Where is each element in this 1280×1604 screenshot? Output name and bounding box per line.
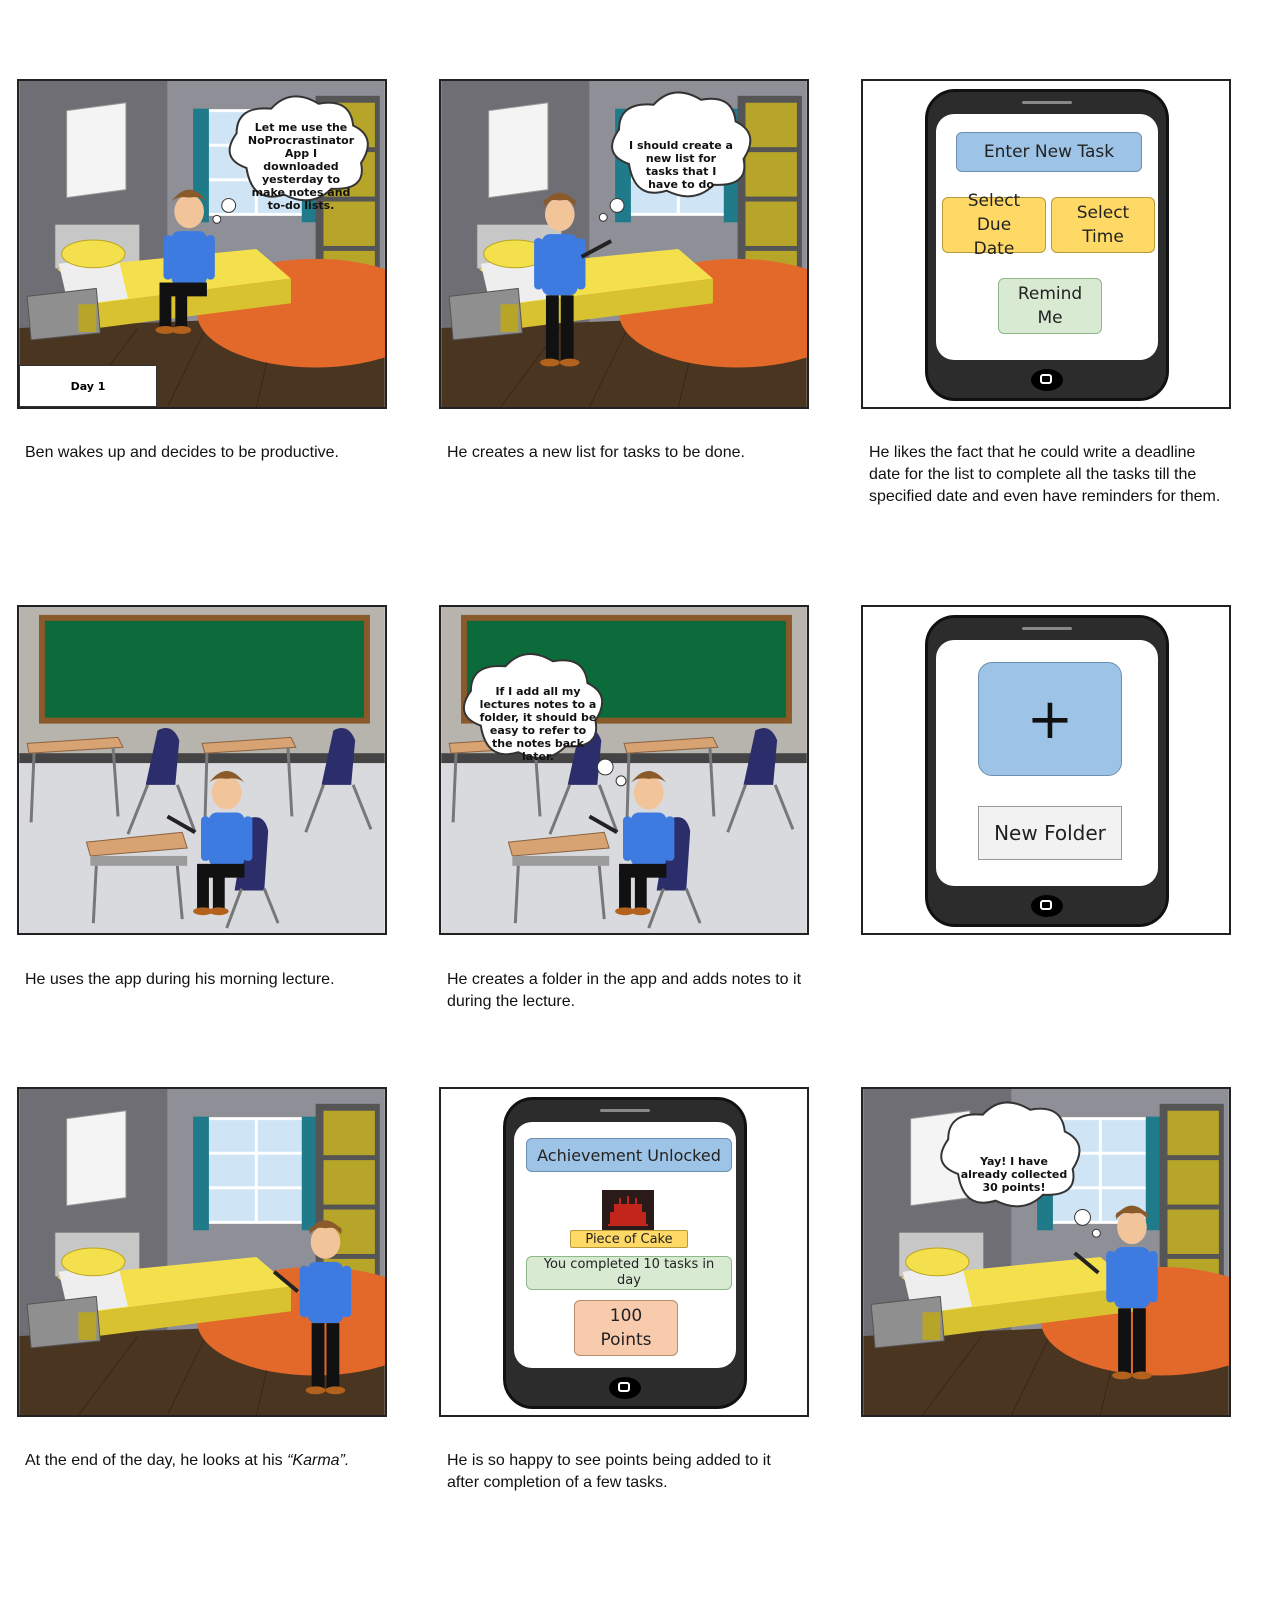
add-folder-plus-button[interactable]: + — [978, 662, 1122, 776]
cake-icon — [602, 1190, 654, 1230]
thought-bubble-text: If I add all my lectures notes to a fold… — [479, 685, 597, 763]
phone-screen: Enter New Task Select Due Date Select Ti… — [936, 114, 1158, 360]
panel-4-classroom — [17, 605, 387, 935]
phone-speaker — [1022, 101, 1072, 104]
classroom-scene — [441, 607, 807, 933]
panel-7-bedroom — [17, 1087, 387, 1417]
day-label: Day 1 — [19, 365, 157, 407]
thought-bubble-text: Let me use the NoProcrastinator App I do… — [247, 121, 355, 212]
home-button-icon — [1031, 369, 1063, 391]
caption-panel-5: He creates a folder in the app and adds … — [447, 971, 802, 1010]
panel-2-bedroom: I should create a new list for tasks tha… — [439, 79, 809, 409]
home-button-icon — [609, 1377, 641, 1399]
plus-icon: + — [1026, 686, 1074, 752]
caption-panel-4: He uses the app during his morning lectu… — [25, 971, 335, 988]
caption-panel-7: At the end of the day, he looks at his “… — [25, 1450, 385, 1472]
bedroom-scene — [441, 81, 807, 407]
thought-bubble-text: I should create a new list for tasks tha… — [629, 139, 733, 191]
enter-new-task-button[interactable]: Enter New Task — [956, 132, 1142, 172]
piece-of-cake-badge: Piece of Cake — [570, 1230, 688, 1248]
select-time-button[interactable]: Select Time — [1051, 197, 1155, 253]
caption-panel-1: Ben wakes up and decides to be productiv… — [25, 444, 339, 461]
thought-bubble-text: Yay! I have already collected 30 points! — [960, 1155, 1068, 1194]
bedroom-scene — [19, 1089, 385, 1415]
select-due-date-button[interactable]: Select Due Date — [942, 191, 1046, 259]
tasks-completed-message: You completed 10 tasks in day — [526, 1256, 732, 1290]
bedroom-scene — [863, 1089, 1229, 1415]
panel-8-phone: Achievement Unlocked Piece of Cake You c… — [439, 1087, 809, 1417]
points-display: 100 Points — [574, 1300, 678, 1356]
panel-3-phone: Enter New Task Select Due Date Select Ti… — [861, 79, 1231, 409]
caption-panel-3: He likes the fact that he could write a … — [869, 444, 1221, 505]
panel-5-classroom: If I add all my lectures notes to a fold… — [439, 605, 809, 935]
caption-text: At the end of the day, he looks at his — [25, 1452, 288, 1469]
karma-emphasis: “Karma”. — [287, 1452, 350, 1469]
phone-device: Enter New Task Select Due Date Select Ti… — [925, 89, 1169, 401]
panel-1-bedroom: Let me use the NoProcrastinator App I do… — [17, 79, 387, 409]
phone-device: Achievement Unlocked Piece of Cake You c… — [503, 1097, 747, 1409]
phone-device: + New Folder — [925, 615, 1169, 927]
home-button-icon — [1031, 895, 1063, 917]
classroom-scene — [19, 607, 385, 933]
phone-speaker — [600, 1109, 650, 1112]
panel-6-phone: + New Folder — [861, 605, 1231, 935]
phone-speaker — [1022, 627, 1072, 630]
phone-screen: Achievement Unlocked Piece of Cake You c… — [514, 1122, 736, 1368]
phone-screen: + New Folder — [936, 640, 1158, 886]
achievement-unlocked-banner: Achievement Unlocked — [526, 1138, 732, 1172]
caption-panel-8: He is so happy to see points being added… — [447, 1452, 771, 1491]
panel-9-bedroom: Yay! I have already collected 30 points! — [861, 1087, 1231, 1417]
caption-panel-2: He creates a new list for tasks to be do… — [447, 444, 745, 461]
remind-me-button[interactable]: Remind Me — [998, 278, 1102, 334]
new-folder-button[interactable]: New Folder — [978, 806, 1122, 860]
